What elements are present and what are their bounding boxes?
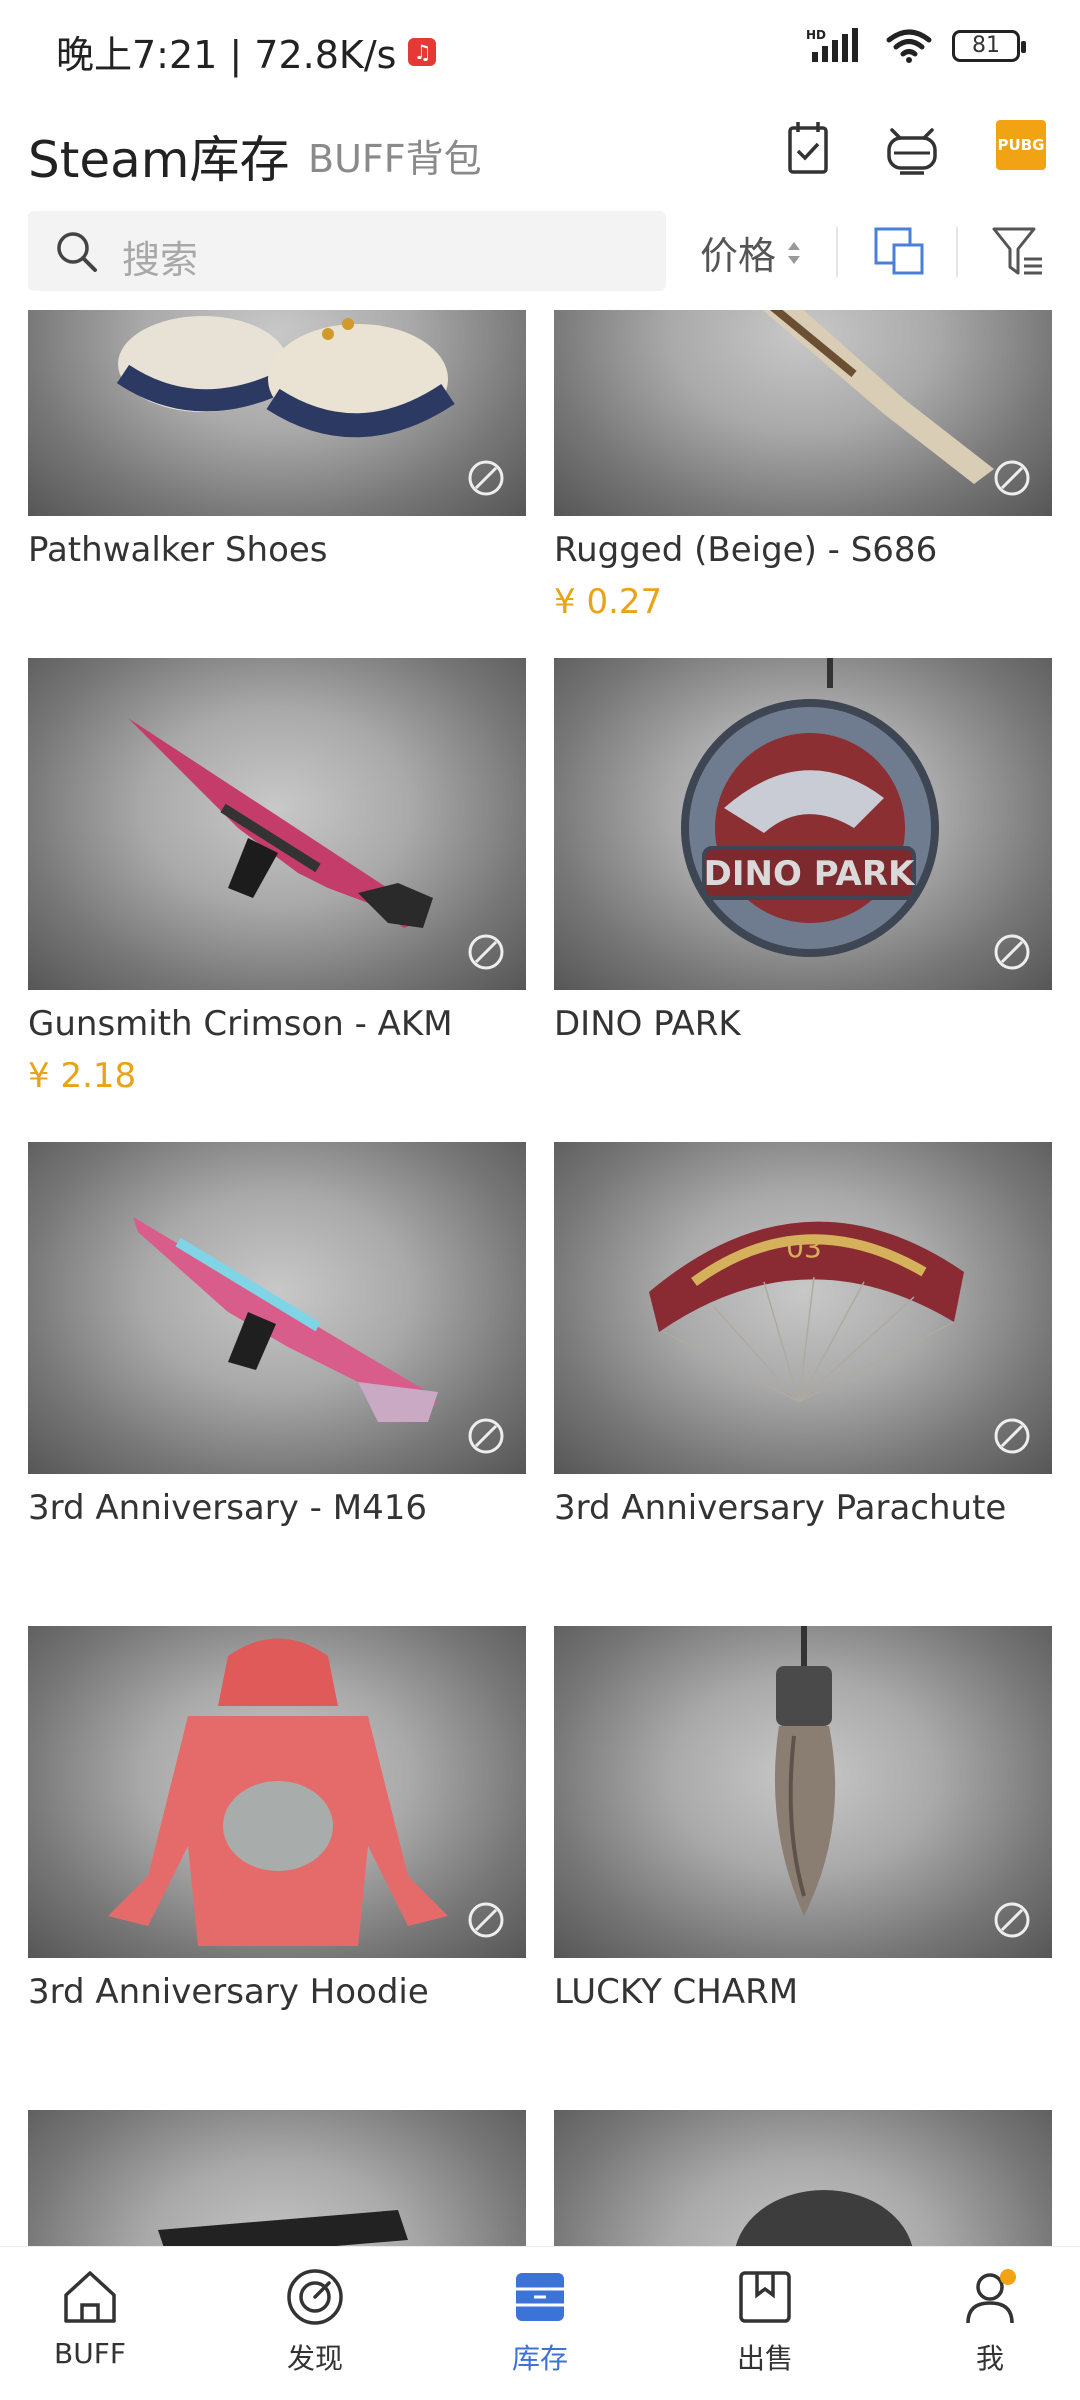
not-tradable-icon — [994, 460, 1030, 496]
item-image — [28, 658, 526, 990]
divider — [836, 227, 838, 277]
tab-steam-inventory[interactable]: Steam库存 — [28, 120, 289, 192]
dino-park-art-text: DINO PARK — [704, 854, 916, 894]
item-name: DINO PARK — [554, 1004, 741, 1044]
status-bar: 晚上7:21 | 72.8K/s ♫ HD 81 — [0, 0, 1080, 100]
item-name: 3rd Anniversary Parachute — [554, 1488, 1007, 1528]
akm-art — [128, 718, 433, 928]
item-image — [28, 1626, 526, 1958]
robot-icon — [887, 128, 937, 175]
item-name: Pathwalker Shoes — [28, 530, 328, 570]
checklist-button[interactable] — [776, 116, 840, 180]
parachute-art: 03 — [649, 1221, 964, 1403]
hoodie-art — [108, 1638, 448, 1946]
item-image: DINO PARK — [554, 658, 1052, 990]
not-tradable-icon — [468, 460, 504, 496]
nav-sell[interactable]: 出售 — [685, 2265, 845, 2377]
item-name: 3rd Anniversary - M416 — [28, 1488, 427, 1528]
home-icon — [64, 2271, 116, 2323]
item-price: ¥ 2.18 — [28, 1056, 137, 1096]
pubg-game-badge[interactable]: PUBG — [996, 120, 1046, 170]
robot-button[interactable] — [880, 116, 944, 180]
bottom-navigation: BUFF 发现 库存 出售 我 — [0, 2246, 1080, 2400]
not-tradable-icon — [994, 1902, 1030, 1938]
search-icon — [57, 232, 97, 272]
nav-label: 发现 — [286, 2342, 343, 2375]
inventory-item-card[interactable]: LUCKY CHARM — [554, 1626, 1052, 2024]
item-image — [28, 1142, 526, 1474]
search-placeholder: 搜索 — [122, 238, 199, 282]
tab-buff-backpack[interactable]: BUFF背包 — [308, 128, 482, 183]
inventory-icon — [516, 2273, 564, 2321]
signal-icon: HD — [806, 28, 858, 62]
nav-label: 库存 — [511, 2342, 568, 2375]
item-image — [28, 310, 526, 516]
parachute-art-text: 03 — [786, 1231, 822, 1264]
search-row: 搜索 价格 — [0, 205, 1080, 295]
item-price: ¥ 0.27 — [554, 582, 663, 622]
layout-toggle-icon — [874, 227, 924, 275]
nav-inventory[interactable]: 库存 — [460, 2265, 620, 2377]
not-tradable-icon — [468, 1902, 504, 1938]
search-input[interactable]: 搜索 — [28, 211, 666, 291]
item-name: 3rd Anniversary Hoodie — [28, 1972, 429, 2012]
inventory-item-card[interactable]: 3rd Anniversary - M416 — [28, 1142, 526, 1540]
item-image — [28, 2110, 526, 2246]
inventory-item-card[interactable]: 3rd Anniversary Hoodie — [28, 1626, 526, 2024]
item-art-partial — [158, 2210, 408, 2246]
nav-label: BUFF — [54, 2337, 126, 2370]
nav-buff[interactable]: BUFF — [10, 2265, 170, 2370]
nav-label: 我 — [975, 2342, 1004, 2375]
app-header: Steam库存 BUFF背包 PUBG — [0, 100, 1080, 200]
divider — [956, 227, 958, 277]
nav-discover[interactable]: 发现 — [235, 2265, 395, 2377]
inventory-item-card[interactable]: DINO PARK DINO PARK — [554, 658, 1052, 1056]
shoes-art — [116, 316, 455, 438]
inventory-item-card[interactable]: 03 3rd Anniversary Parachute — [554, 1142, 1052, 1540]
sort-label: 价格 — [700, 234, 777, 278]
item-image — [554, 2110, 1052, 2246]
network-hd-label: HD — [806, 28, 826, 42]
not-tradable-icon — [468, 1418, 504, 1454]
inventory-item-card[interactable] — [554, 2110, 1052, 2246]
not-tradable-icon — [994, 934, 1030, 970]
inventory-item-card[interactable]: Gunsmith Crimson - AKM ¥ 2.18 — [28, 658, 526, 1096]
m416-art — [133, 1217, 438, 1422]
item-image — [554, 1626, 1052, 1958]
sort-arrows-icon — [788, 241, 801, 264]
item-image: 03 — [554, 1142, 1052, 1474]
sort-price-button[interactable]: 价格 — [700, 225, 802, 280]
filter-button[interactable] — [990, 223, 1046, 283]
item-art-partial — [735, 2190, 913, 2246]
battery-indicator: 81 — [952, 30, 1026, 62]
nav-me[interactable]: 我 — [910, 2265, 1070, 2377]
view-toggle-button[interactable] — [872, 223, 928, 283]
shotgun-art — [762, 310, 994, 484]
lucky-charm-art — [774, 1626, 836, 1916]
item-name: LUCKY CHARM — [554, 1972, 799, 2012]
clipboard-check-icon — [788, 122, 828, 174]
nav-label: 出售 — [736, 2342, 793, 2375]
item-name: Rugged (Beige) - S686 — [554, 530, 938, 570]
not-tradable-icon — [994, 1418, 1030, 1454]
discover-icon — [287, 2269, 343, 2325]
not-tradable-icon — [468, 934, 504, 970]
netease-music-icon: ♫ — [408, 37, 437, 66]
filter-icon — [992, 227, 1042, 275]
status-time-speed: 晚上7:21 | 72.8K/s — [56, 33, 397, 77]
dino-park-art: DINO PARK — [681, 658, 939, 957]
item-image — [554, 310, 1052, 516]
inventory-item-card[interactable]: Rugged (Beige) - S686 ¥ 0.27 — [554, 310, 1052, 622]
sell-box-icon — [739, 2271, 791, 2323]
wifi-icon — [886, 29, 932, 63]
item-name: Gunsmith Crimson - AKM — [28, 1004, 453, 1044]
inventory-grid: Pathwalker Shoes Rugged (Beige) - S686 ¥… — [0, 310, 1080, 2246]
inventory-item-card[interactable] — [28, 2110, 526, 2246]
inventory-item-card[interactable]: Pathwalker Shoes — [28, 310, 526, 582]
status-left: 晚上7:21 | 72.8K/s ♫ — [56, 24, 437, 79]
status-right: HD 81 — [806, 28, 1026, 64]
notification-dot — [1000, 2269, 1016, 2285]
